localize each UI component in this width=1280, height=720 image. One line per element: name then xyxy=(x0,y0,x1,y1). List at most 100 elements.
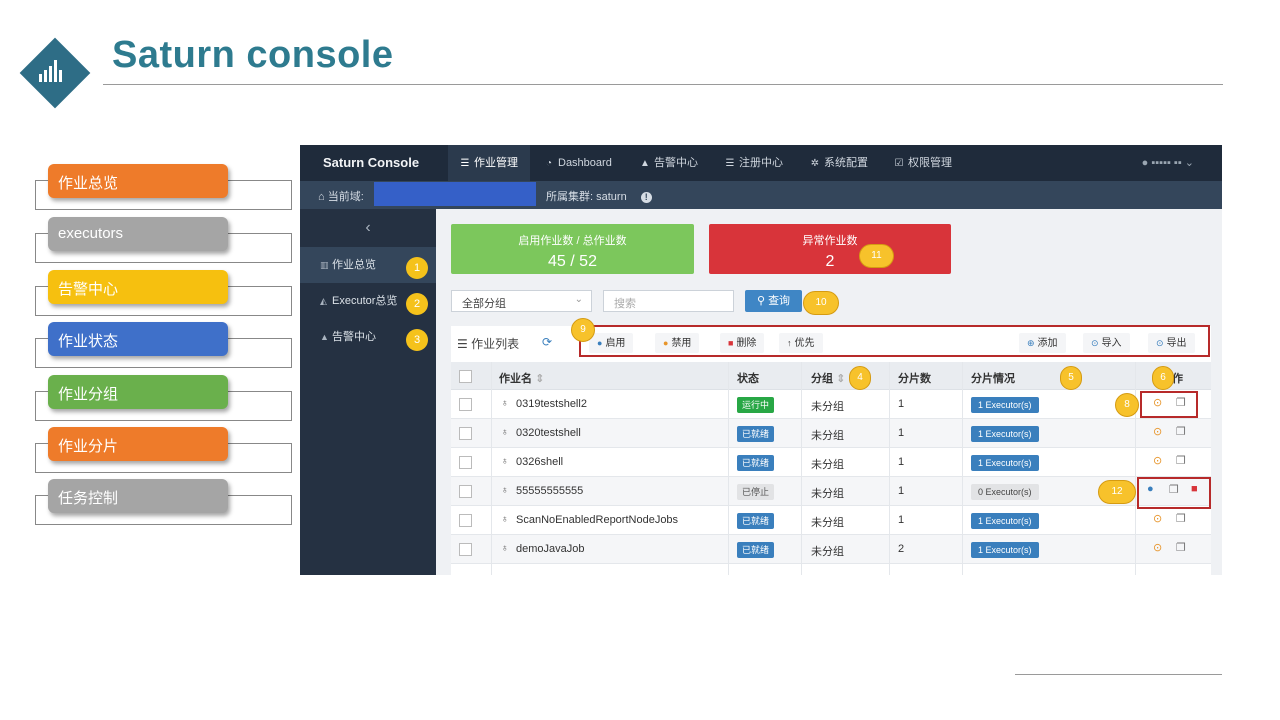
shard-count: 1 xyxy=(898,456,905,468)
job-group: 未分组 xyxy=(811,401,844,413)
job-name[interactable]: 55555555555 xyxy=(516,485,583,497)
plus-circle-icon: ⊕ xyxy=(1027,338,1035,348)
disable-button[interactable]: ● 禁用 xyxy=(655,333,700,353)
query-button[interactable]: ⚲ 查询 xyxy=(745,290,802,312)
job-name[interactable]: ScanNoEnabledReportNodeJobs xyxy=(516,514,678,526)
copy-icon[interactable]: ❐ xyxy=(1176,454,1186,467)
nav-alarm-center[interactable]: ▲ 告警中心 xyxy=(628,145,710,181)
table-row[interactable]: ♁ 0320testshell 已就绪 未分组 1 1 Executor(s) ⊙ ❐ xyxy=(451,419,1211,448)
disable-icon[interactable]: ⊙ xyxy=(1153,425,1162,438)
brand-name: Saturn Console xyxy=(323,155,420,170)
disable-icon[interactable]: ⊙ xyxy=(1153,454,1162,467)
refresh-icon[interactable]: ⟳ xyxy=(542,335,552,349)
job-name[interactable]: demoJavaJob xyxy=(516,543,585,555)
user-icon: ● xyxy=(1141,157,1149,169)
column-header-status: 状态 xyxy=(737,373,759,385)
row-checkbox[interactable] xyxy=(459,543,472,556)
executor-badge[interactable]: 1 Executor(s) xyxy=(971,397,1039,413)
gear-icon: ✲ xyxy=(810,158,820,169)
chevron-down-icon: ⌄ xyxy=(574,294,583,305)
power-icon: ● xyxy=(663,338,669,348)
nav-permission[interactable]: ☑ 权限管理 xyxy=(882,145,964,181)
enable-button[interactable]: ● 启用 xyxy=(589,333,634,353)
row-checkbox[interactable] xyxy=(459,398,472,411)
priority-button[interactable]: ↑ 优先 xyxy=(779,333,823,353)
copy-icon[interactable]: ❐ xyxy=(1176,512,1186,525)
legend-pill: 告警中心 xyxy=(48,270,228,304)
legend-pill: 作业状态 xyxy=(48,322,228,356)
job-list-title: ☰ 作业列表 xyxy=(457,337,520,351)
disable-icon[interactable]: ⊙ xyxy=(1153,541,1162,554)
column-divider xyxy=(491,362,492,575)
executor-badge[interactable]: 1 Executor(s) xyxy=(971,455,1039,471)
export-button[interactable]: ⊙ 导出 xyxy=(1148,333,1195,353)
status-badge: 运行中 xyxy=(737,397,775,413)
job-name[interactable]: 0320testshell xyxy=(516,427,581,439)
executor-badge[interactable]: 1 Executor(s) xyxy=(971,513,1039,529)
shard-count: 1 xyxy=(898,427,905,439)
column-header-group[interactable]: 分组 ⇕ xyxy=(811,370,845,386)
add-button[interactable]: ⊕ 添加 xyxy=(1019,333,1066,353)
shard-count: 2 xyxy=(898,543,905,555)
arrow-up-icon: ↑ xyxy=(787,338,792,348)
legend-item: executors xyxy=(35,217,292,263)
row-checkbox[interactable] xyxy=(459,427,472,440)
info-icon[interactable]: ! xyxy=(640,192,652,203)
nav-system-config[interactable]: ✲ 系统配置 xyxy=(798,145,880,181)
executor-badge[interactable]: 0 Executor(s) xyxy=(971,484,1039,500)
table-row[interactable]: ♁ ScanNoEnabledReportNodeJobs 已就绪 未分组 1 1 Exe… xyxy=(451,506,1211,535)
executor-badge[interactable]: 1 Executor(s) xyxy=(971,542,1039,558)
highlight-box xyxy=(1137,477,1211,509)
legend-item: 告警中心 xyxy=(35,270,292,316)
legend-pill: 任务控制 xyxy=(48,479,228,513)
callout-badge: 9 xyxy=(571,318,595,342)
job-name[interactable]: 0326shell xyxy=(516,456,563,468)
title-divider xyxy=(103,84,1223,85)
search-input[interactable]: 搜索 xyxy=(603,290,734,312)
job-group: 未分组 xyxy=(811,459,844,471)
user-menu[interactable]: ● ▪▪▪▪▪ ▪▪ ⌄ xyxy=(1142,156,1194,169)
legend-item: 任务控制 xyxy=(35,479,292,525)
abnormal-jobs-card[interactable]: 异常作业数 2 xyxy=(709,224,951,274)
list-icon: ☰ xyxy=(460,158,470,169)
bar-chart-icon: ▥ xyxy=(320,260,329,270)
legend-pill: 作业总览 xyxy=(48,164,228,198)
callout-badge: 6 xyxy=(1152,366,1174,390)
disable-icon[interactable]: ⊙ xyxy=(1153,512,1162,525)
collapse-chevron-icon[interactable]: ‹ xyxy=(300,209,436,247)
copy-icon[interactable]: ❐ xyxy=(1176,541,1186,554)
abnormal-jobs-value: 2 xyxy=(825,253,835,270)
import-button[interactable]: ⊙ 导入 xyxy=(1083,333,1130,353)
job-type-icon: ♁ xyxy=(501,485,509,496)
row-checkbox[interactable] xyxy=(459,456,472,469)
table-row[interactable]: ♁ 0319testshell2 运行中 未分组 1 1 Executor(s) ⊙ ❐ xyxy=(451,390,1211,419)
nav-dashboard[interactable]: ◔ Dashboard xyxy=(532,145,624,181)
job-name[interactable]: 0319testshell2 xyxy=(516,398,587,410)
column-divider xyxy=(889,362,890,575)
delete-button[interactable]: ■ 删除 xyxy=(720,333,765,353)
nav-job-management[interactable]: ☰ 作业管理 xyxy=(448,145,530,181)
list-icon: ☰ xyxy=(457,337,468,351)
table-row[interactable]: ♁ 55555555555 已停止 未分组 1 0 Executor(s) ● ❐ ■ xyxy=(451,477,1211,506)
select-all-checkbox[interactable] xyxy=(459,370,472,383)
table-row[interactable]: ♁ 0326shell 已就绪 未分组 1 1 Executor(s) ⊙ ❐ xyxy=(451,448,1211,477)
status-badge: 已就绪 xyxy=(737,513,775,529)
trash-icon: ■ xyxy=(728,338,734,348)
legend-item: 作业状态 xyxy=(35,322,292,368)
bell-icon: ▲ xyxy=(320,332,329,342)
sort-icon: ⇕ xyxy=(535,373,545,385)
group-select[interactable]: 全部分组 ⌄ xyxy=(451,290,592,312)
column-header-name[interactable]: 作业名 ⇕ xyxy=(499,370,544,386)
status-badge: 已停止 xyxy=(737,484,775,500)
row-checkbox[interactable] xyxy=(459,485,472,498)
area-chart-icon: ◭ xyxy=(320,296,327,306)
nav-registry-center[interactable]: ☰ 注册中心 xyxy=(713,145,795,181)
copy-icon[interactable]: ❐ xyxy=(1176,425,1186,438)
current-domain-value[interactable] xyxy=(374,182,536,206)
status-badge: 已就绪 xyxy=(737,542,775,558)
job-group: 未分组 xyxy=(811,488,844,500)
executor-badge[interactable]: 1 Executor(s) xyxy=(971,426,1039,442)
row-checkbox[interactable] xyxy=(459,514,472,527)
table-row[interactable]: ♁ demoJavaJob 已就绪 未分组 2 1 Executor(s) ⊙ ❐ xyxy=(451,535,1211,564)
job-list-panel: ☰ 作业列表 ⟳ ● 启用 ● 禁用 ■ 删除 ↑ 优先 ⊕ 添加 ⊙ 导入 ⊙ 导出 9 作… xyxy=(451,318,1211,575)
